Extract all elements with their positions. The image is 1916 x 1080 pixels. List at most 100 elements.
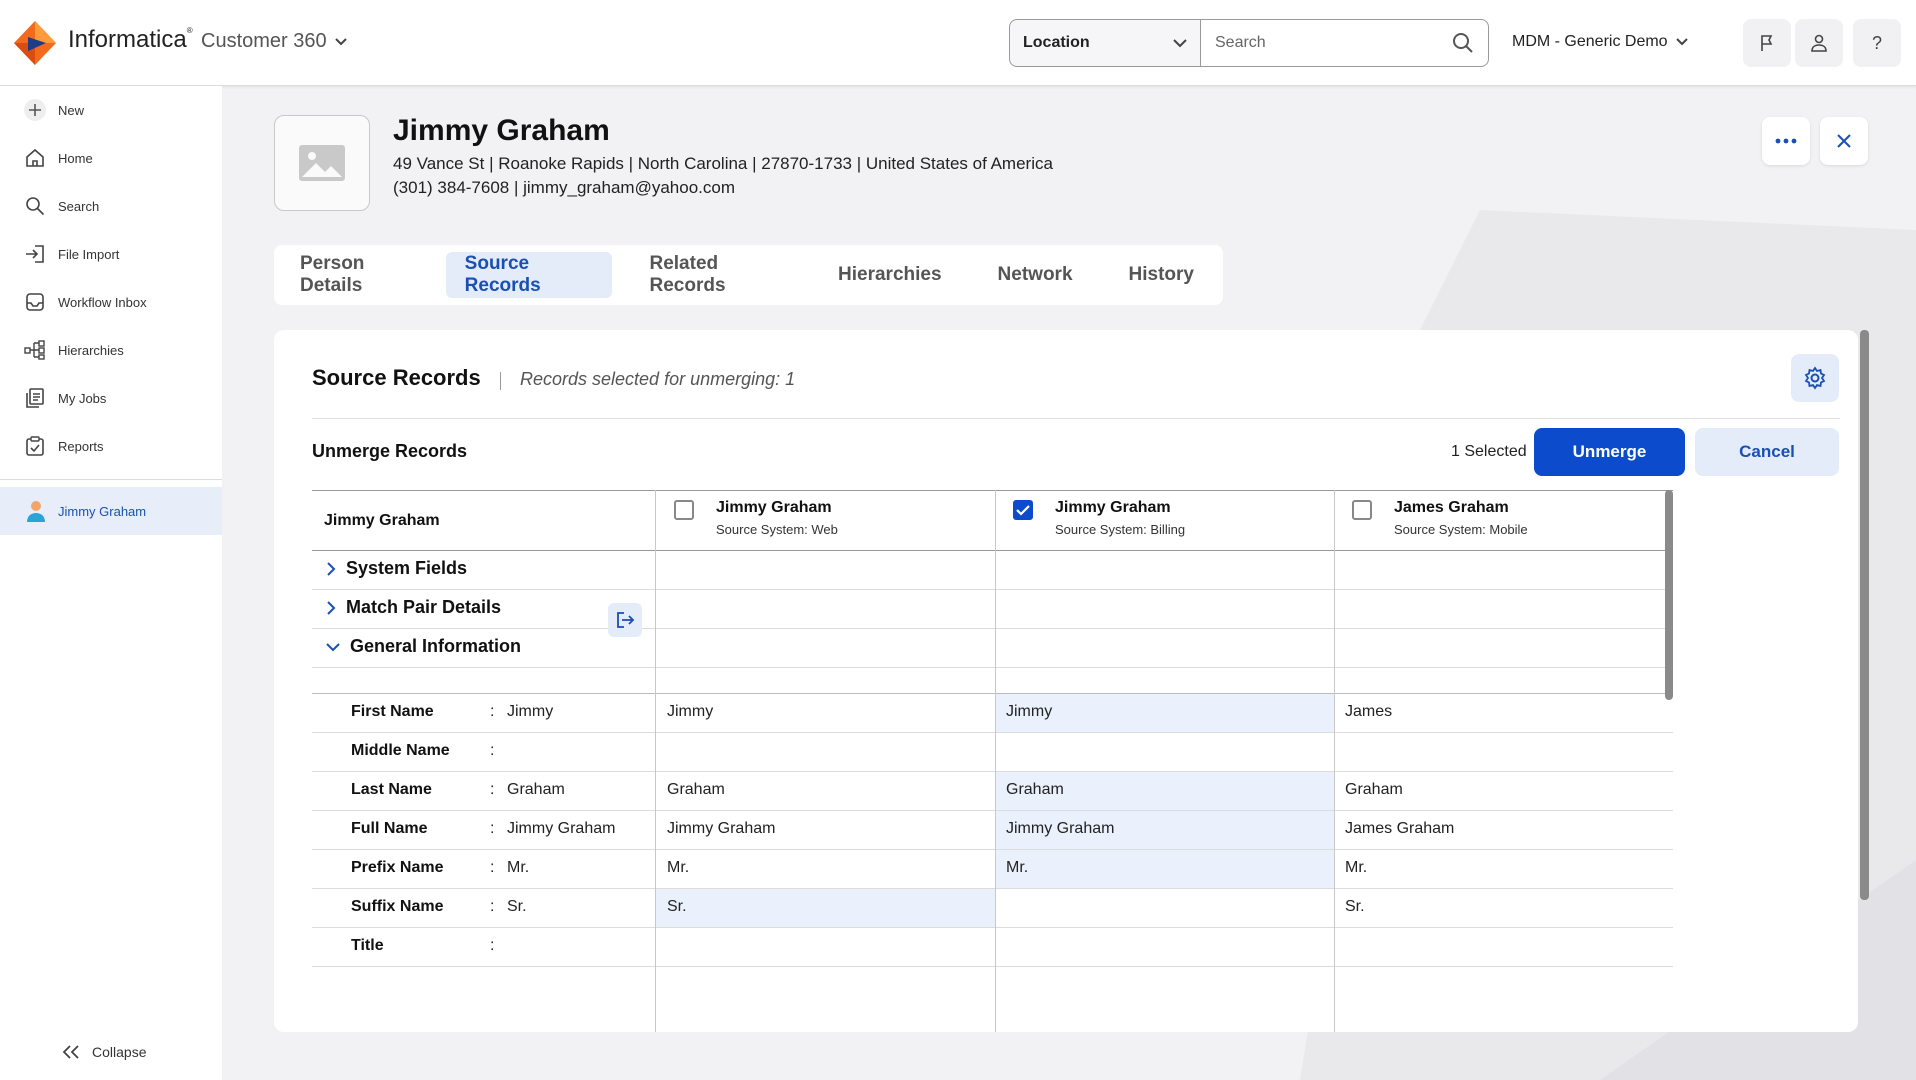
product-name: Customer 360 [201, 30, 327, 52]
close-button[interactable] [1820, 117, 1868, 165]
sidebar-item-label: Reports [58, 438, 104, 454]
record-value: Sr. [1345, 898, 1365, 915]
field-colon: : [490, 820, 495, 837]
product-switcher[interactable]: Customer 360 [201, 30, 347, 53]
record-checkbox-mobile[interactable] [1352, 500, 1372, 520]
close-icon [1837, 134, 1851, 148]
grid-line [312, 888, 1673, 889]
tab-source-records[interactable]: Source Records [445, 252, 613, 298]
master-value: Jimmy Graham [507, 820, 616, 837]
informatica-logo[interactable] [14, 21, 56, 65]
tenant-name: MDM - Generic Demo [1512, 33, 1668, 50]
sidebar-item-label: My Jobs [58, 390, 107, 406]
record-checkbox-billing[interactable] [1013, 500, 1033, 520]
source-record-name: James Graham [1394, 499, 1509, 516]
collapse-button[interactable]: Collapse [62, 1044, 146, 1060]
match-pair-export-button[interactable] [608, 603, 642, 637]
section-system-fields[interactable]: System Fields [326, 558, 467, 579]
section-match-pair-details[interactable]: Match Pair Details [326, 597, 501, 618]
field-colon: : [490, 781, 495, 798]
checkmark-icon [1016, 504, 1030, 516]
tenant-switcher[interactable]: MDM - Generic Demo [1512, 33, 1688, 51]
unmerge-button[interactable]: Unmerge [1534, 428, 1685, 476]
sidebar-item-workflow-inbox[interactable]: Workflow Inbox [24, 289, 147, 315]
page-scrollbar[interactable] [1860, 330, 1869, 900]
cancel-button[interactable]: Cancel [1695, 428, 1839, 476]
search-icon[interactable] [1452, 32, 1474, 54]
master-value: Jimmy [507, 703, 554, 720]
sidebar-item-new[interactable]: New [24, 97, 84, 123]
master-record-name: Jimmy Graham [324, 512, 440, 529]
settings-button[interactable] [1791, 354, 1839, 402]
location-select[interactable]: Location [1009, 19, 1201, 67]
sidebar-item-label: Search [58, 198, 100, 214]
chevron-down-icon [334, 37, 347, 45]
selected-count: 1 Selected [1451, 443, 1527, 460]
source-record-name: Jimmy Graham [716, 499, 832, 516]
record-value: Graham [667, 781, 725, 798]
grid-line [312, 966, 1673, 967]
grid-line [312, 628, 1673, 629]
tab-hierarchies[interactable]: Hierarchies [819, 252, 961, 298]
flag-button[interactable] [1743, 19, 1791, 67]
top-bar: Informatica® Customer 360 Location MDM -… [0, 0, 1916, 86]
source-records-panel: Source Records Records selected for unme… [274, 330, 1858, 1032]
hierarchy-icon [24, 339, 46, 361]
chevron-right-icon [327, 600, 336, 615]
export-icon [617, 612, 635, 628]
chevron-down-icon [1173, 38, 1187, 47]
more-options-button[interactable] [1762, 117, 1810, 165]
tab-history[interactable]: History [1110, 252, 1213, 298]
person-icon [27, 501, 45, 522]
search-input[interactable] [1215, 34, 1435, 52]
search-box [1200, 19, 1489, 67]
help-button[interactable]: ? [1853, 19, 1901, 67]
grid-line [312, 693, 1673, 694]
grid-line [312, 810, 1673, 811]
sidebar-item-my-jobs[interactable]: My Jobs [24, 385, 106, 411]
field-label: Prefix Name [351, 859, 444, 876]
grid-line [312, 550, 1673, 551]
record-value: Jimmy Graham [667, 820, 776, 837]
help-icon: ? [1871, 32, 1882, 53]
tab-network[interactable]: Network [979, 252, 1092, 298]
sidebar-item-hierarchies[interactable]: Hierarchies [24, 337, 124, 363]
section-general-information[interactable]: General Information [326, 636, 521, 657]
active-record-name: Jimmy Graham [58, 503, 147, 519]
record-checkbox-web[interactable] [674, 500, 694, 520]
sidebar-item-home[interactable]: Home [24, 145, 93, 171]
record-value: Mr. [1345, 859, 1368, 876]
section-label: General Information [350, 636, 522, 656]
file-import-icon [24, 243, 46, 265]
tab-related-records[interactable]: Related Records [630, 252, 801, 298]
grid-line [655, 490, 656, 1032]
panel-subtitle: Records selected for unmerging: 1 [520, 369, 796, 389]
grid-scrollbar[interactable] [1665, 490, 1673, 700]
section-label: Match Pair Details [346, 597, 502, 617]
sidebar-divider [0, 479, 222, 480]
field-label: Title [351, 937, 384, 954]
field-colon: : [490, 742, 495, 759]
tab-person-details[interactable]: Person Details [281, 252, 436, 298]
panel-divider [312, 418, 1840, 419]
jobs-icon [24, 387, 46, 409]
sidebar-item-file-import[interactable]: File Import [24, 241, 119, 267]
sidebar-item-label: Workflow Inbox [58, 294, 147, 310]
sidebar-active-record[interactable]: Jimmy Graham [0, 487, 222, 535]
grid-line [312, 732, 1673, 733]
grid-line [312, 490, 1673, 491]
user-button[interactable] [1795, 19, 1843, 67]
search-icon [24, 195, 46, 217]
unmerge-records-label: Unmerge Records [312, 441, 468, 461]
brand-name: Informatica® [68, 26, 193, 53]
image-placeholder-icon [299, 145, 345, 181]
sidebar-item-reports[interactable]: Reports [24, 433, 104, 459]
record-value: James [1345, 703, 1393, 720]
record-value: Graham [1006, 781, 1064, 798]
sidebar-item-search[interactable]: Search [24, 193, 99, 219]
source-record-name: Jimmy Graham [1055, 499, 1171, 516]
panel-title: Source Records [312, 365, 481, 390]
person-contact: (301) 384-7608 | jimmy_graham@yahoo.com [393, 178, 736, 197]
sidebar: New Home Search File Import Workflow Inb… [0, 86, 222, 1080]
source-system-label: Source System: Billing [1055, 522, 1186, 537]
